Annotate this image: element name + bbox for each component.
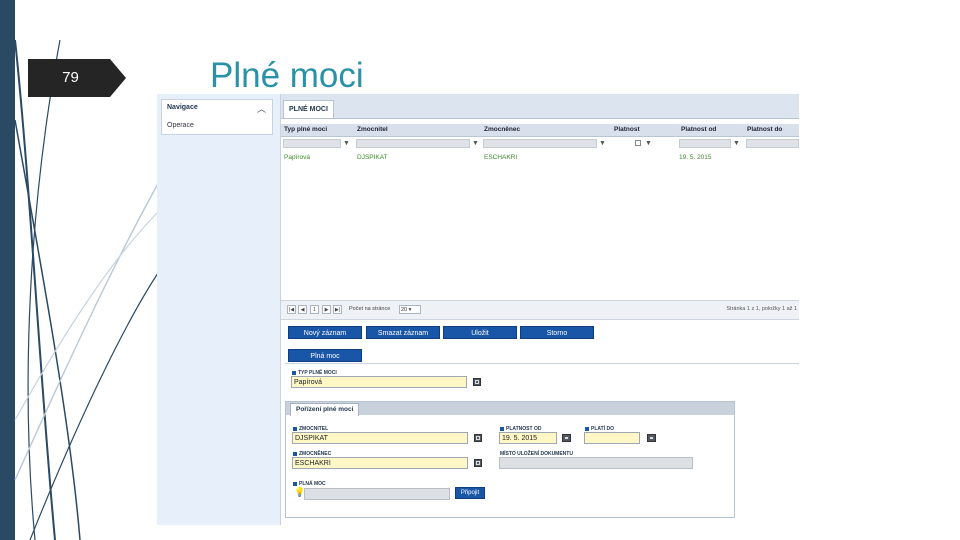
pager: |◀ ◀ 1 ▶ ▶| Počet na stránce 20 ▾ Stránk… (281, 300, 799, 320)
filter-icon[interactable]: ▼ (472, 139, 479, 148)
cell-agent: ESCHAKRI (484, 154, 518, 161)
column-header-agent[interactable]: Zmocněnec (484, 126, 520, 133)
required-marker-icon (585, 426, 589, 431)
next-page-button[interactable]: ▶ (322, 305, 331, 314)
attach-button[interactable]: Připojit (455, 487, 485, 499)
column-header-type[interactable]: Typ plné moci (284, 126, 327, 133)
required-marker-icon (500, 426, 504, 431)
principal-input[interactable]: DJSPIKAT (292, 432, 468, 444)
cell-principal: DJSPIKAT (357, 154, 388, 161)
navigation-header: Navigace (167, 104, 198, 111)
required-marker-icon (292, 370, 296, 375)
last-page-button[interactable]: ▶| (333, 305, 342, 314)
filter-icon[interactable]: ▼ (645, 139, 652, 148)
page-number-input[interactable]: 1 (310, 305, 319, 314)
tab-acquisition[interactable]: Pořízení plné moci (290, 403, 360, 416)
page-size-select[interactable]: 20 ▾ (399, 305, 421, 314)
required-marker-icon (293, 481, 297, 486)
slide-title: Plné moci (210, 56, 364, 95)
application-screenshot: Navigace ︿ Operace PLNÉ MOCI Typ plné mo… (157, 94, 799, 525)
slide-number: 79 (62, 69, 79, 86)
filter-principal-input[interactable] (356, 139, 470, 148)
section-bar (285, 348, 799, 364)
pager-info: Stránka 1 z 1, položky 1 až 1 (726, 306, 797, 312)
lookup-icon[interactable] (474, 434, 482, 442)
column-header-valid-from[interactable]: Platnost od (681, 126, 716, 133)
filter-type-input[interactable] (283, 139, 341, 148)
valid-from-input[interactable]: 19. 5. 2015 (499, 432, 557, 444)
filter-agent-input[interactable] (483, 139, 597, 148)
filter-icon[interactable]: ▼ (599, 139, 606, 148)
type-input[interactable]: Papírová (291, 376, 467, 388)
cell-type: Papírová (284, 154, 311, 161)
storage-input[interactable] (499, 457, 693, 469)
filter-icon[interactable]: ▼ (343, 139, 350, 148)
nav-item-operations[interactable]: Operace (167, 122, 194, 129)
filter-valid-to-input[interactable] (746, 139, 799, 148)
navigation-sidebar: Navigace ︿ Operace (157, 94, 281, 525)
column-header-principal[interactable]: Zmocnitel (357, 126, 388, 133)
chevron-down-icon: ▾ (408, 307, 412, 313)
filter-icon[interactable]: ▼ (733, 139, 740, 148)
table-row[interactable]: Papírová DJSPIKAT ESCHAKRI 19. 5. 2015 (281, 153, 799, 163)
column-header-validity[interactable]: Platnost (614, 126, 640, 133)
page-size-value: 20 (401, 307, 408, 313)
previous-page-button[interactable]: ◀ (298, 305, 307, 314)
delete-record-button[interactable]: Smazat záznam (366, 326, 440, 339)
acquisition-panel: Pořízení plné moci ZMOCNITEL DJSPIKAT ZM… (285, 401, 735, 518)
section-button-power-of-attorney[interactable]: Plná moc (288, 349, 362, 362)
calendar-icon[interactable] (647, 434, 656, 442)
lookup-icon[interactable] (473, 378, 481, 386)
required-marker-icon (293, 426, 297, 431)
first-page-button[interactable]: |◀ (287, 305, 296, 314)
cancel-button[interactable]: Storno (520, 326, 594, 339)
page-size-label: Počet na stránce (349, 306, 391, 312)
required-marker-icon (293, 451, 297, 456)
save-button[interactable]: Uložit (443, 326, 517, 339)
filter-row: ▼ ▼ ▼ ▼ ▼ (281, 138, 799, 150)
agent-input[interactable]: ESCHAKRI (292, 457, 468, 469)
main-area: PLNÉ MOCI Typ plné moci Zmocnitel Zmocně… (281, 94, 799, 525)
filter-validity-checkbox[interactable] (635, 140, 641, 146)
document-input[interactable] (304, 488, 450, 500)
lookup-icon[interactable] (474, 459, 482, 467)
slide-number-badge: 79 (28, 59, 126, 97)
tab-strip: PLNÉ MOCI (281, 94, 799, 119)
collapse-icon[interactable]: ︿ (257, 102, 266, 115)
cell-valid-from: 19. 5. 2015 (679, 154, 712, 161)
column-header-valid-to[interactable]: Platnost do (747, 126, 782, 133)
calendar-icon[interactable] (562, 434, 571, 442)
new-record-button[interactable]: Nový záznam (288, 326, 362, 339)
navigation-panel: Navigace ︿ Operace (161, 99, 273, 135)
valid-to-input[interactable] (584, 432, 640, 444)
panel-tab-strip: Pořízení plné moci (286, 402, 734, 416)
grid-header: Typ plné moci Zmocnitel Zmocněnec Platno… (281, 124, 799, 137)
tab-power-of-attorney[interactable]: PLNÉ MOCI (283, 100, 334, 118)
filter-valid-from-input[interactable] (679, 139, 731, 148)
